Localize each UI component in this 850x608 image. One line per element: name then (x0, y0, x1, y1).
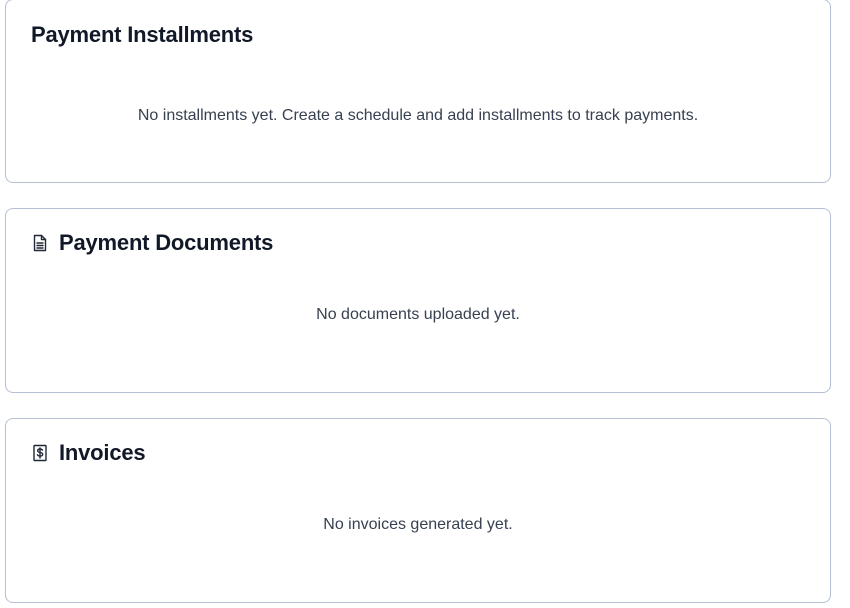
invoices-empty-message: No invoices generated yet. (323, 516, 513, 533)
invoices-title: Invoices (59, 440, 146, 465)
payment-documents-title: Payment Documents (59, 230, 274, 255)
document-icon (31, 234, 49, 252)
documents-empty-message: No documents uploaded yet. (316, 306, 520, 323)
card-header: Payment Documents (31, 229, 273, 257)
payment-installments-card: Payment Installments No installments yet… (5, 0, 831, 183)
payment-documents-card: Payment Documents No documents uploaded … (5, 208, 831, 393)
invoices-card: Invoices No invoices generated yet. (5, 418, 831, 603)
installments-empty-message: No installments yet. Create a schedule a… (137, 107, 699, 124)
payment-installments-title: Payment Installments (31, 22, 254, 47)
card-header: Invoices (31, 439, 146, 467)
card-header: Payment Installments (31, 21, 253, 49)
page: Payment Installments No installments yet… (0, 0, 850, 608)
invoice-dollar-icon (31, 444, 49, 462)
